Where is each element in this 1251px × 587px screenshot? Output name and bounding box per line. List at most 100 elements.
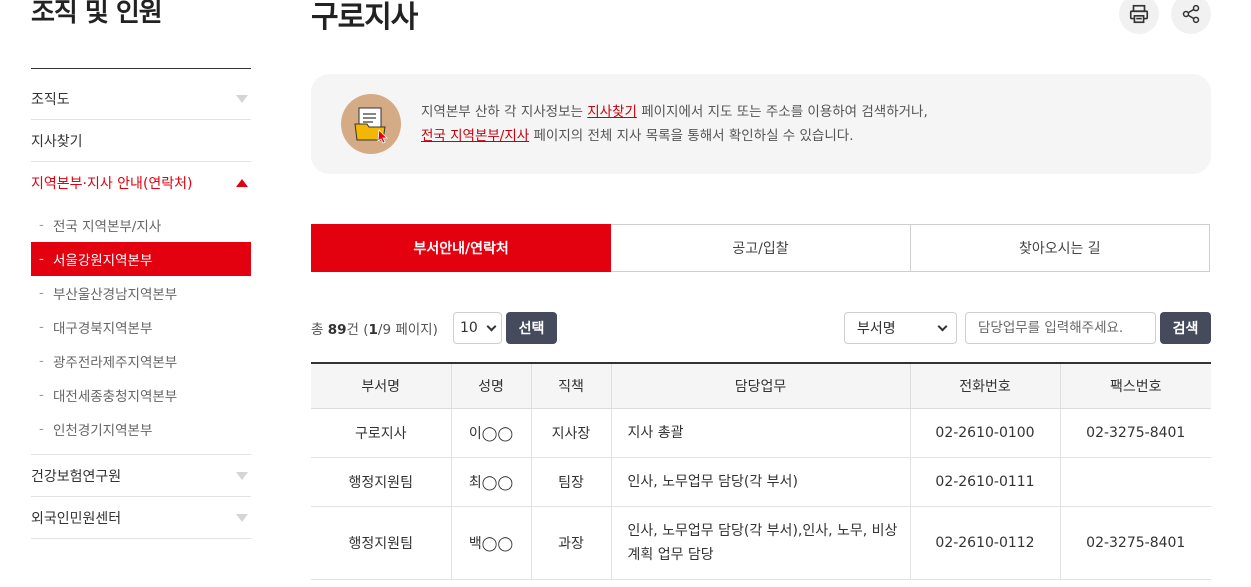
department-cell: 구로지사 xyxy=(311,408,451,458)
count-suffix: 건 ( xyxy=(346,322,369,338)
column-header: 부서명 xyxy=(311,363,451,409)
sidebar-submenu: - 전국 지역본부/지사 - 서울강원지역본부 - 부산울산경남지역본부 - 대구경북지… xyxy=(31,204,251,455)
search-field-select[interactable]: 부서명 xyxy=(844,312,957,344)
position-cell: 과장 xyxy=(530,506,611,580)
content-tabs: 부서안내/연락처 공고/입찰 찾아오시는 길 xyxy=(311,224,1210,272)
sidebar-item-label: 조직도 xyxy=(31,91,70,108)
department-cell: 행정지원팀 xyxy=(311,506,451,580)
chevron-down-icon xyxy=(236,513,248,522)
print-button[interactable] xyxy=(1119,0,1159,34)
sidebar-divider xyxy=(31,68,251,69)
fax-cell: 02-3275-8401 xyxy=(1059,408,1211,458)
submenu-item-label: 인천경기지역본부 xyxy=(53,423,153,439)
tab-directions[interactable]: 찾아오시는 길 xyxy=(910,224,1210,272)
notice-text-part: 페이지의 전체 지사 목록을 통해서 확인하실 수 있습니다. xyxy=(529,128,854,144)
submenu-item-label: 광주전라제주지역본부 xyxy=(53,355,178,371)
dash-icon: - xyxy=(39,421,44,437)
department-cell: 행정지원팀 xyxy=(311,457,451,507)
document-folder-icon xyxy=(341,94,401,154)
phone-cell: 02-2610-0112 xyxy=(909,506,1060,580)
chevron-down-icon xyxy=(486,321,497,331)
count-prefix: 총 xyxy=(311,322,328,338)
notice-text-part: 지역본부 산하 각 지사정보는 xyxy=(421,104,588,120)
column-header: 담당업무 xyxy=(610,363,910,409)
search-button[interactable]: 검색 xyxy=(1160,312,1211,344)
dash-icon: - xyxy=(39,251,44,267)
phone-cell: 02-2610-0111 xyxy=(909,457,1060,507)
dash-icon: - xyxy=(39,217,44,233)
sidebar-item-label: 지사찾기 xyxy=(31,133,83,150)
dash-icon: - xyxy=(39,353,44,369)
dash-icon: - xyxy=(39,319,44,335)
submenu-item-daejeon-sejong-chungcheong[interactable]: - 대전세종충청지역본부 xyxy=(31,378,251,412)
tab-departments-contacts[interactable]: 부서안내/연락처 xyxy=(311,224,612,272)
table-row: 행정지원팀 백◯◯ 과장 인사, 노무업무 담당(각 부서),인사, 노무, 비… xyxy=(311,506,1211,580)
sidebar-item-regional-contacts[interactable]: 지역본부·지사 안내(연락처) xyxy=(31,162,251,204)
sidebar-menu: 조직도 지사찾기 지역본부·지사 안내(연락처) - 전국 지역본부/지사 - 서울… xyxy=(31,78,251,539)
all-regions-link[interactable]: 전국 지역본부/지사 xyxy=(421,128,529,144)
sidebar-item-research-institute[interactable]: 건강보험연구원 xyxy=(31,455,251,497)
find-branch-link[interactable]: 지사찾기 xyxy=(587,104,637,120)
position-cell: 팀장 xyxy=(530,457,611,507)
sidebar-item-label: 지역본부·지사 안내(연락처) xyxy=(31,176,193,192)
column-header: 직책 xyxy=(530,363,611,409)
select-button[interactable]: 선택 xyxy=(506,312,557,344)
submenu-item-incheon-gyeonggi[interactable]: - 인천경기지역본부 xyxy=(31,412,251,446)
sidebar-item-org-chart[interactable]: 조직도 xyxy=(31,78,251,120)
submenu-item-label: 서울강원지역본부 xyxy=(53,253,153,269)
position-cell: 지사장 xyxy=(530,408,611,458)
column-header: 팩스번호 xyxy=(1059,363,1211,409)
submenu-item-label: 대구경북지역본부 xyxy=(53,321,153,337)
sidebar-item-label: 외국인민원센터 xyxy=(31,510,122,527)
fax-cell xyxy=(1059,457,1211,507)
name-cell: 이◯◯ xyxy=(450,408,531,458)
duty-cell: 인사, 노무업무 담당(각 부서) xyxy=(610,457,910,507)
column-header: 전화번호 xyxy=(909,363,1060,409)
page-title: 구로지사 xyxy=(311,0,418,35)
dash-icon: - xyxy=(39,387,44,403)
duty-cell: 지사 총괄 xyxy=(610,408,910,458)
page-size-value: 10 xyxy=(460,320,478,336)
chevron-down-icon xyxy=(236,94,248,103)
chevron-down-icon xyxy=(236,471,248,480)
sidebar-item-find-branch[interactable]: 지사찾기 xyxy=(31,120,251,162)
printer-icon xyxy=(1129,4,1149,24)
dash-icon: - xyxy=(39,285,44,301)
page-size-select[interactable]: 10 xyxy=(453,312,502,344)
table-row: 구로지사 이◯◯ 지사장 지사 총괄 02-2610-0100 02-3275-… xyxy=(311,408,1211,458)
name-cell: 최◯◯ xyxy=(450,457,531,507)
total-count: 89 xyxy=(327,322,347,338)
result-count: 총 89건 (1/9 페이지) xyxy=(311,318,438,338)
table-row: 행정지원팀 최◯◯ 팀장 인사, 노무업무 담당(각 부서) 02-2610-0… xyxy=(311,457,1211,507)
sidebar-item-foreigner-center[interactable]: 외국인민원센터 xyxy=(31,497,251,539)
current-page: 1 xyxy=(368,322,378,338)
submenu-item-seoul-gangwon[interactable]: - 서울강원지역본부 xyxy=(31,242,251,276)
share-icon xyxy=(1182,4,1200,24)
tab-notices-bids[interactable]: 공고/입찰 xyxy=(611,224,911,272)
sidebar-title: 조직 및 인원 xyxy=(31,0,163,28)
phone-cell: 02-2610-0100 xyxy=(909,408,1060,458)
submenu-item-label: 전국 지역본부/지사 xyxy=(53,219,162,235)
search-field-value: 부서명 xyxy=(857,321,896,337)
submenu-item-busan-ulsan-gyeongnam[interactable]: - 부산울산경남지역본부 xyxy=(31,276,251,310)
column-header: 성명 xyxy=(450,363,531,409)
name-cell: 백◯◯ xyxy=(450,506,531,580)
sidebar-item-label: 건강보험연구원 xyxy=(31,468,122,485)
fax-cell: 02-3275-8401 xyxy=(1059,506,1211,580)
page-total: /9 페이지) xyxy=(377,322,438,338)
search-input[interactable] xyxy=(965,312,1156,344)
duty-cell: 인사, 노무업무 담당(각 부서),인사, 노무, 비상계획 업무 담당 xyxy=(610,506,910,580)
chevron-up-icon xyxy=(236,179,248,187)
submenu-item-all-regions[interactable]: - 전국 지역본부/지사 xyxy=(31,208,251,242)
submenu-item-daegu-gyeongbuk[interactable]: - 대구경북지역본부 xyxy=(31,310,251,344)
info-notice: 지역본부 산하 각 지사정보는 지사찾기 페이지에서 지도 또는 주소를 이용하… xyxy=(311,74,1211,174)
submenu-item-label: 대전세종충청지역본부 xyxy=(53,389,178,405)
table-header-row: 부서명 성명 직책 담당업무 전화번호 팩스번호 xyxy=(311,363,1211,409)
share-button[interactable] xyxy=(1171,0,1211,34)
submenu-item-gwangju-jeolla-jeju[interactable]: - 광주전라제주지역본부 xyxy=(31,344,251,378)
chevron-down-icon xyxy=(937,321,948,331)
submenu-item-label: 부산울산경남지역본부 xyxy=(53,287,178,303)
department-table: 부서명 성명 직책 담당업무 전화번호 팩스번호 구로지사 이◯◯ 지사장 지사… xyxy=(311,362,1211,580)
notice-text-part: 페이지에서 지도 또는 주소를 이용하여 검색하거나, xyxy=(636,104,928,120)
notice-text: 지역본부 산하 각 지사정보는 지사찾기 페이지에서 지도 또는 주소를 이용하… xyxy=(421,100,928,148)
